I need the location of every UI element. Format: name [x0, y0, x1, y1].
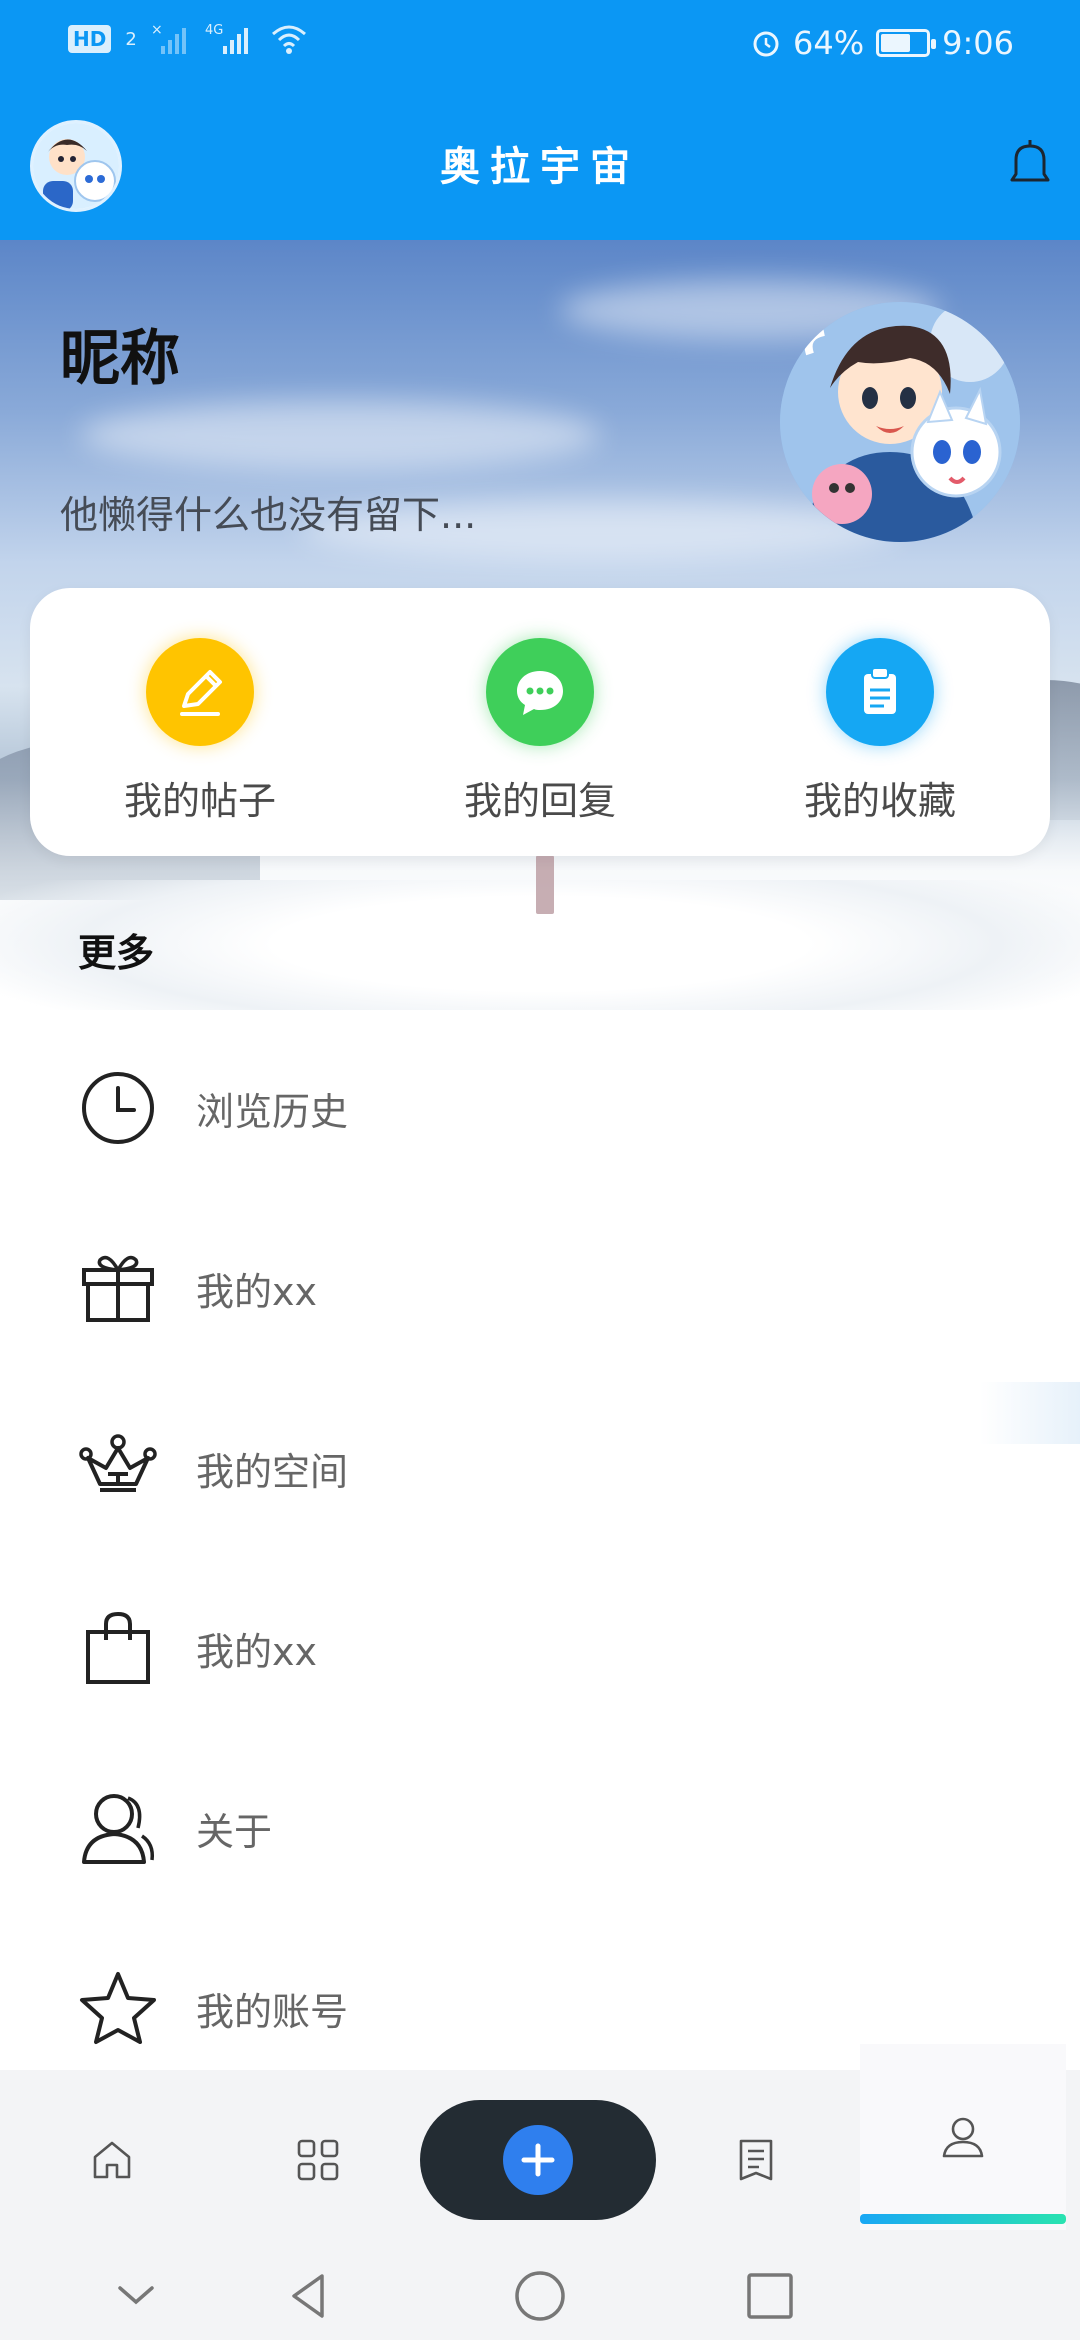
person-silhouette	[536, 852, 554, 914]
notes-icon	[739, 2139, 773, 2181]
back-icon[interactable]	[282, 2268, 338, 2324]
pencil-icon	[180, 670, 222, 716]
menu-item-label: 我的xx	[196, 1629, 317, 1674]
chevron-down-icon[interactable]	[108, 2268, 164, 2324]
my-posts-button[interactable]: 我的帖子	[30, 588, 370, 856]
menu-item-browse-history[interactable]: 浏览历史	[0, 1018, 1080, 1198]
home-icon	[93, 2141, 131, 2179]
signal-off-icon: ×	[151, 22, 186, 54]
active-tab-indicator	[860, 2214, 1066, 2224]
bell-icon	[1010, 140, 1050, 182]
menu-item-label: 我的xx	[196, 1269, 317, 1314]
clipboard-icon	[864, 667, 896, 714]
chat-bubble-icon	[517, 671, 563, 715]
status-left: HD 2 × 4G	[68, 22, 309, 56]
menu-item-label: 我的空间	[196, 1449, 349, 1494]
my-replies-button[interactable]: 我的回复	[370, 588, 710, 856]
app-header: 奥拉宇宙	[0, 90, 1080, 240]
battery-icon	[876, 29, 937, 57]
profile-nickname[interactable]: 昵称	[60, 310, 180, 397]
battery-percent: 64%	[793, 24, 865, 62]
add-post-button[interactable]	[420, 2100, 656, 2220]
profile-icon	[942, 2117, 984, 2158]
floating-shadow	[980, 1382, 1080, 1444]
tab-home[interactable]	[62, 2070, 162, 2250]
notification-bell-button[interactable]	[1002, 136, 1058, 192]
quick-label: 我的回复	[463, 779, 616, 823]
quick-icon-circle	[826, 638, 934, 746]
status-right: 64% 9:06	[751, 24, 1014, 62]
grid-icon	[297, 2139, 339, 2181]
add-circle	[503, 2125, 573, 2195]
battery-level	[881, 34, 911, 52]
app-title: 奥拉宇宙	[440, 143, 640, 190]
menu-item-my-xx-bag[interactable]: 我的xx	[0, 1558, 1080, 1738]
menu-item-label: 浏览历史	[196, 1089, 349, 1134]
quick-icon-circle	[146, 638, 254, 746]
svg-text:4G: 4G	[205, 23, 223, 38]
person-icon	[82, 1794, 155, 1864]
crown-icon	[79, 1434, 157, 1492]
signal-4g-icon: 4G	[205, 23, 248, 54]
quick-label: 我的帖子	[123, 779, 276, 823]
hd-badge: HD	[68, 25, 112, 53]
recent-apps-icon[interactable]	[742, 2268, 798, 2324]
status-bar: HD 2 × 4G 64% 9:06	[0, 0, 1080, 90]
home-circle-icon[interactable]	[512, 2268, 568, 2324]
sim-badge: 2	[125, 28, 137, 50]
more-section-title: 更多	[78, 931, 155, 975]
tab-categories[interactable]	[268, 2070, 368, 2250]
tab-profile[interactable]	[860, 2044, 1066, 2230]
svg-text:×: ×	[151, 22, 163, 38]
more-menu-list: 浏览历史 我的xx 我的空间 我的xx 关于 我的账号	[0, 1018, 1080, 2098]
profile-bio[interactable]: 他懒得什么也没有留下...	[60, 484, 476, 539]
menu-item-label: 我的账号	[196, 1989, 349, 2034]
star-icon	[80, 1972, 156, 2044]
menu-item-about[interactable]: 关于	[0, 1738, 1080, 1918]
clock-time: 9:06	[942, 24, 1014, 62]
alarm-icon	[753, 31, 779, 57]
clock-icon	[82, 1072, 154, 1144]
bottom-tab-bar	[0, 2044, 1080, 2250]
profile-avatar[interactable]	[780, 302, 1020, 542]
menu-item-my-xx-gift[interactable]: 我的xx	[0, 1198, 1080, 1378]
quick-icon-circle	[486, 638, 594, 746]
my-favorites-button[interactable]: 我的收藏	[710, 588, 1050, 856]
avatar-illustration	[780, 302, 1020, 542]
tab-notes[interactable]	[706, 2070, 806, 2250]
wifi-icon	[271, 25, 306, 54]
menu-item-my-space[interactable]: 我的空间	[0, 1378, 1080, 1558]
gift-icon	[82, 1255, 154, 1322]
quick-label: 我的收藏	[803, 779, 956, 823]
system-navigation-bar	[0, 2250, 1080, 2340]
cloud-decoration	[80, 400, 600, 470]
add-icon	[521, 2143, 555, 2177]
shopping-bag-icon	[86, 1611, 150, 1684]
quick-actions-card: 我的帖子 我的回复 我的收藏	[30, 588, 1050, 856]
menu-item-label: 关于	[196, 1809, 273, 1854]
